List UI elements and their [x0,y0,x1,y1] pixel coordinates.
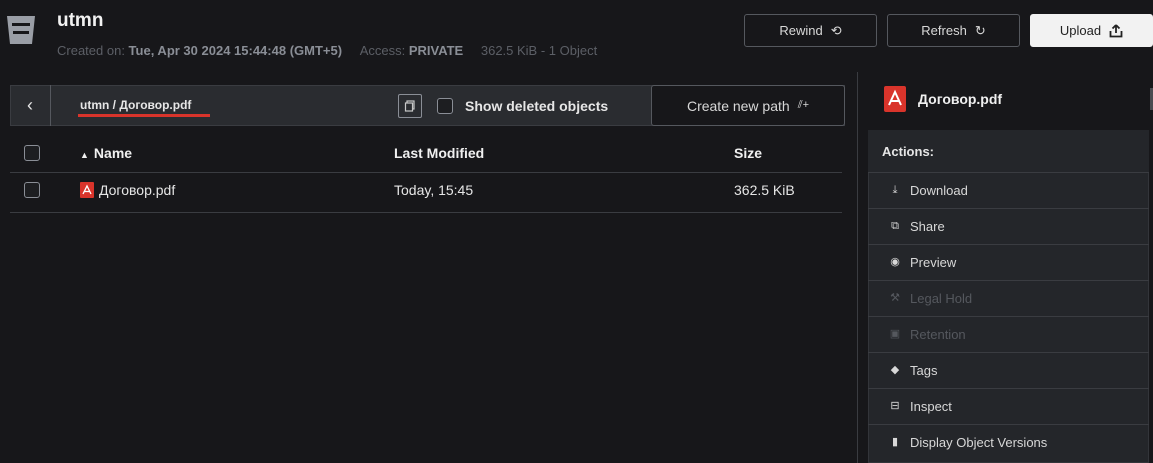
gavel-icon: ⚒ [890,292,900,304]
back-button[interactable]: ‹ [10,85,51,126]
show-deleted-label: Show deleted objects [465,98,609,114]
last-modified-cell: Today, 15:45 [394,182,474,198]
column-header-last-modified[interactable]: Last Modified [394,145,484,161]
versions-icon: ▮ [891,436,899,448]
column-header-name[interactable]: ▲ Name [80,145,132,161]
panel-divider [857,72,858,463]
new-path-icon: ⫽+ [797,99,810,111]
action-display-object-versions[interactable]: ▮ Display Object Versions [868,425,1149,461]
tag-icon: ◆ [890,364,900,376]
select-all-checkbox[interactable] [24,145,40,161]
header-divider [10,172,842,173]
object-title: Договор.pdf [918,91,1003,107]
pdf-file-icon [884,86,906,112]
download-icon: ⤓ [892,184,898,196]
bucket-icon [7,16,35,44]
refresh-icon: ↻ [974,22,986,38]
upload-button[interactable]: Upload [1030,14,1153,47]
sort-asc-icon: ▲ [80,150,89,160]
breadcrumb[interactable]: utmn / Договор.pdf [80,98,191,112]
action-preview[interactable]: ◉ Preview [868,245,1149,281]
create-new-path-button[interactable]: Create new path ⫽+ [651,85,845,126]
rewind-icon: ⟲ [830,22,842,38]
row-divider [10,212,842,213]
action-legal-hold: ⚒ Legal Hold [868,281,1149,317]
actions-title: Actions: [868,130,1149,173]
bucket-meta: Created on: Tue, Apr 30 2024 15:44:48 (G… [57,43,598,58]
column-header-size[interactable]: Size [734,145,762,161]
inspect-icon: ⊟ [890,400,900,412]
action-share[interactable]: ⧉ Share [868,209,1149,245]
action-download[interactable]: ⤓ Download [868,173,1149,209]
bucket-title: utmn [57,10,104,31]
rewind-button[interactable]: Rewind ⟲ [744,14,877,47]
row-checkbox[interactable] [24,182,40,198]
action-tags[interactable]: ◆ Tags [868,353,1149,389]
action-inspect[interactable]: ⊟ Inspect [868,389,1149,425]
retention-icon: ▣ [889,328,901,340]
upload-icon [1109,23,1123,37]
refresh-button[interactable]: Refresh ↻ [887,14,1020,47]
action-retention: ▣ Retention [868,317,1149,353]
eye-icon: ◉ [890,256,900,268]
share-icon: ⧉ [891,220,899,232]
show-deleted-checkbox[interactable] [437,98,453,114]
breadcrumb-underline [78,114,210,117]
size-cell: 362.5 KiB [734,182,795,198]
pdf-file-icon [80,182,94,198]
chevron-left-icon: ‹ [27,95,33,115]
copy-icon [404,100,415,112]
file-name-cell[interactable]: Договор.pdf [99,182,175,198]
copy-path-button[interactable] [398,94,422,118]
